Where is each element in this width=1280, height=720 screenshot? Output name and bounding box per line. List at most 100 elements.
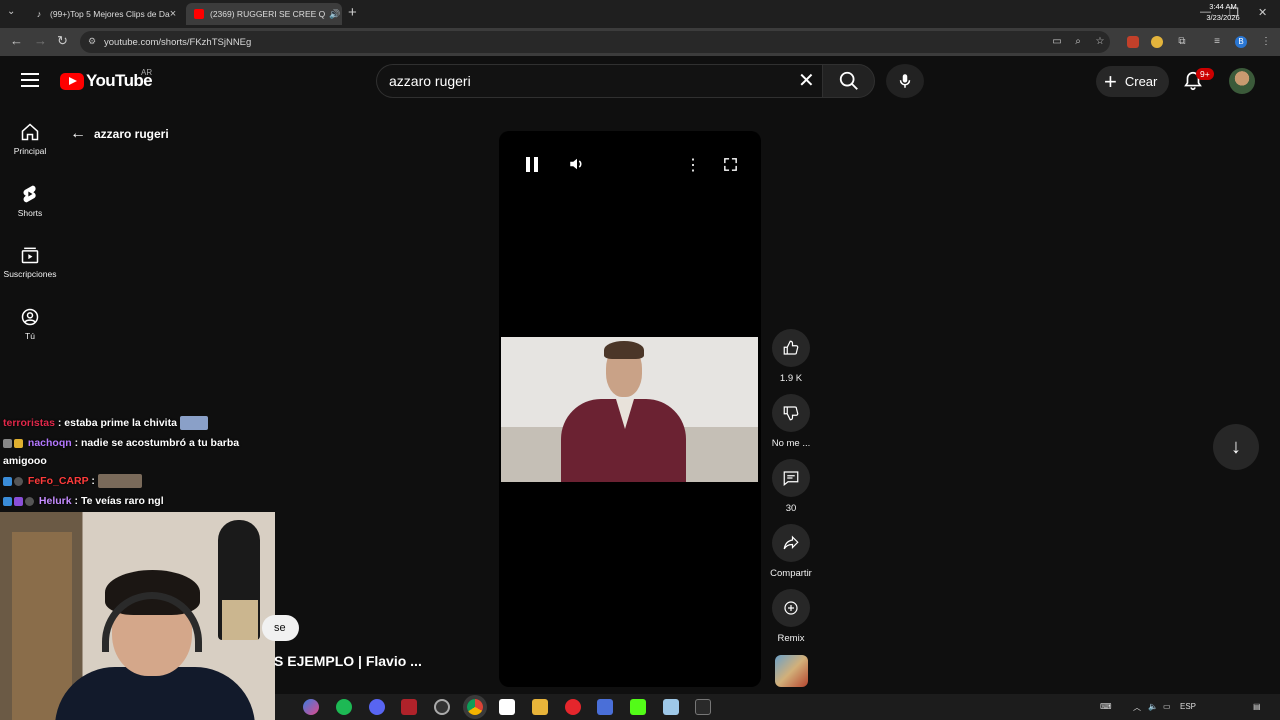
short-title[interactable]: S EJEMPLO | Flavio ...	[274, 653, 422, 669]
voice-search-button[interactable]	[886, 64, 924, 98]
kick-icon[interactable]	[630, 699, 646, 715]
browser-tab[interactable]: ♪ (99+)Top 5 Mejores Clips de Da ×	[26, 3, 182, 25]
app-icon[interactable]	[499, 699, 515, 715]
arrow-down-icon: ↓	[1231, 435, 1241, 458]
share-button[interactable]: Compartir	[764, 524, 818, 579]
subscriptions-icon	[21, 247, 39, 264]
notepad-icon[interactable]	[663, 699, 679, 715]
address-bar[interactable]: ⚙ youtube.com/shorts/FKzhTSjNNEg	[80, 31, 1110, 53]
share-label: Compartir	[770, 568, 812, 579]
volume-tray-icon[interactable]: 🔈	[1148, 702, 1158, 711]
youtube-logo[interactable]: YouTube	[60, 71, 153, 91]
browser-menu-icon[interactable]: ⋮	[1260, 36, 1272, 48]
reading-list-icon[interactable]: ≡	[1211, 36, 1223, 48]
show-hidden-icons[interactable]: ︿	[1133, 702, 1141, 713]
tab-title: (2369) RUGGERI SE CREE Q	[210, 9, 326, 19]
chat-badge-icon	[14, 496, 23, 506]
remix-button[interactable]: Remix	[770, 589, 812, 644]
youtube-logo-icon	[60, 72, 84, 90]
zoom-icon[interactable]: ⌕	[1072, 36, 1084, 48]
account-avatar[interactable]	[1229, 68, 1255, 94]
back-arrow-icon: ←	[70, 125, 86, 142]
thumbs-down-icon	[772, 394, 810, 432]
menu-icon[interactable]	[21, 73, 39, 87]
fullscreen-icon[interactable]	[722, 156, 739, 173]
volume-icon[interactable]	[568, 155, 586, 173]
video-person-hair	[604, 341, 644, 359]
language-indicator[interactable]: ESP	[1180, 702, 1196, 711]
sidebar-item-shorts[interactable]: Shorts	[0, 184, 60, 218]
webcam-shorts	[222, 600, 258, 640]
back-icon[interactable]: ←	[10, 34, 23, 48]
file-explorer-icon[interactable]	[532, 699, 548, 715]
reload-icon[interactable]: ↻	[57, 34, 68, 48]
app-icon[interactable]	[597, 699, 613, 715]
notifications-tray-icon[interactable]: ▤	[1253, 702, 1261, 711]
dislike-label: No me ...	[771, 438, 811, 449]
dislike-button[interactable]: No me ...	[766, 394, 816, 449]
sidebar-item-you[interactable]: Tú	[0, 307, 60, 341]
search-input[interactable]: azzaro rugeri	[376, 64, 823, 98]
windows-taskbar: ⌨ ︿ 🔈 ▭ ESP ▤	[275, 694, 1280, 720]
sound-thumbnail[interactable]	[775, 655, 808, 687]
search-button[interactable]	[822, 64, 875, 98]
cast-icon[interactable]: ▭	[1051, 36, 1063, 48]
like-button[interactable]: 1.9 K	[770, 329, 812, 384]
subscribe-button[interactable]: se	[262, 615, 299, 641]
obs-icon[interactable]	[434, 699, 450, 715]
chat-emote	[97, 474, 142, 488]
copilot-icon[interactable]	[303, 699, 319, 715]
chat-badge-icon	[3, 476, 12, 486]
network-icon[interactable]: ▭	[1163, 702, 1171, 711]
search-icon	[839, 71, 858, 90]
chat-message: nachoqn : nadie se acostumbró a tu barba	[3, 437, 239, 449]
extensions-puzzle-icon[interactable]: ⧉	[1176, 36, 1188, 48]
next-short-button[interactable]: ↓	[1213, 424, 1259, 470]
chat-username: terroristas	[3, 416, 55, 429]
taskbar-clock[interactable]: 3:44 AM 3/23/2026	[1200, 1, 1246, 23]
new-tab-button[interactable]: +	[348, 4, 357, 21]
webcam-door	[12, 532, 72, 720]
voicemeeter-icon[interactable]	[401, 699, 417, 715]
share-icon	[772, 524, 810, 562]
plus-icon: +	[1104, 68, 1117, 94]
comment-count: 30	[785, 503, 797, 514]
create-label: Crear	[1124, 74, 1158, 89]
forward-icon[interactable]: →	[34, 34, 47, 48]
tab-search-icon[interactable]: ⌄	[7, 6, 15, 17]
extension-icon[interactable]	[1151, 36, 1163, 48]
remix-label: Remix	[777, 633, 805, 644]
shorts-player[interactable]: ⋮	[499, 131, 761, 687]
create-button[interactable]: + Crear	[1096, 66, 1169, 97]
chrome-icon[interactable]	[467, 699, 483, 715]
browser-tab-active[interactable]: (2369) RUGGERI SE CREE Q 🔊 ×	[186, 3, 342, 25]
video-frame	[501, 337, 758, 482]
chat-message: terroristas : estaba prime la chivita	[3, 416, 208, 430]
more-options-icon[interactable]: ⋮	[685, 155, 701, 175]
audio-playing-icon[interactable]: 🔊	[329, 9, 340, 20]
extension-icon[interactable]	[1127, 36, 1139, 48]
profile-avatar[interactable]: B	[1235, 36, 1247, 48]
sidebar-item-subscriptions[interactable]: Suscripciones	[0, 245, 60, 279]
tiktok-icon: ♪	[36, 9, 42, 19]
sidebar-label: Shorts	[17, 208, 43, 218]
opera-icon[interactable]	[565, 699, 581, 715]
shorts-icon	[23, 185, 36, 203]
close-tab-icon[interactable]: ×	[170, 8, 176, 20]
bookmark-star-icon[interactable]: ☆	[1094, 36, 1106, 48]
clear-search-icon[interactable]: ✕	[798, 71, 815, 91]
back-to-search-link[interactable]: ← azzaro rugeri	[70, 125, 169, 143]
sidebar-item-home[interactable]: Principal	[0, 122, 60, 156]
comments-button[interactable]: 30	[770, 459, 812, 514]
keyboard-icon[interactable]: ⌨	[1100, 702, 1112, 711]
chat-text: : Te veías raro ngl	[74, 495, 164, 507]
pause-icon[interactable]	[524, 156, 540, 173]
epic-games-icon[interactable]	[695, 699, 711, 715]
spotify-icon[interactable]	[336, 699, 352, 715]
close-window-icon[interactable]: ✕	[1258, 6, 1267, 19]
discord-icon[interactable]	[369, 699, 385, 715]
site-info-icon[interactable]: ⚙	[88, 36, 96, 47]
chat-text: : estaba prime la chivita	[57, 416, 177, 429]
region-code: AR	[141, 68, 153, 77]
url-text: youtube.com/shorts/FKzhTSjNNEg	[104, 36, 252, 48]
